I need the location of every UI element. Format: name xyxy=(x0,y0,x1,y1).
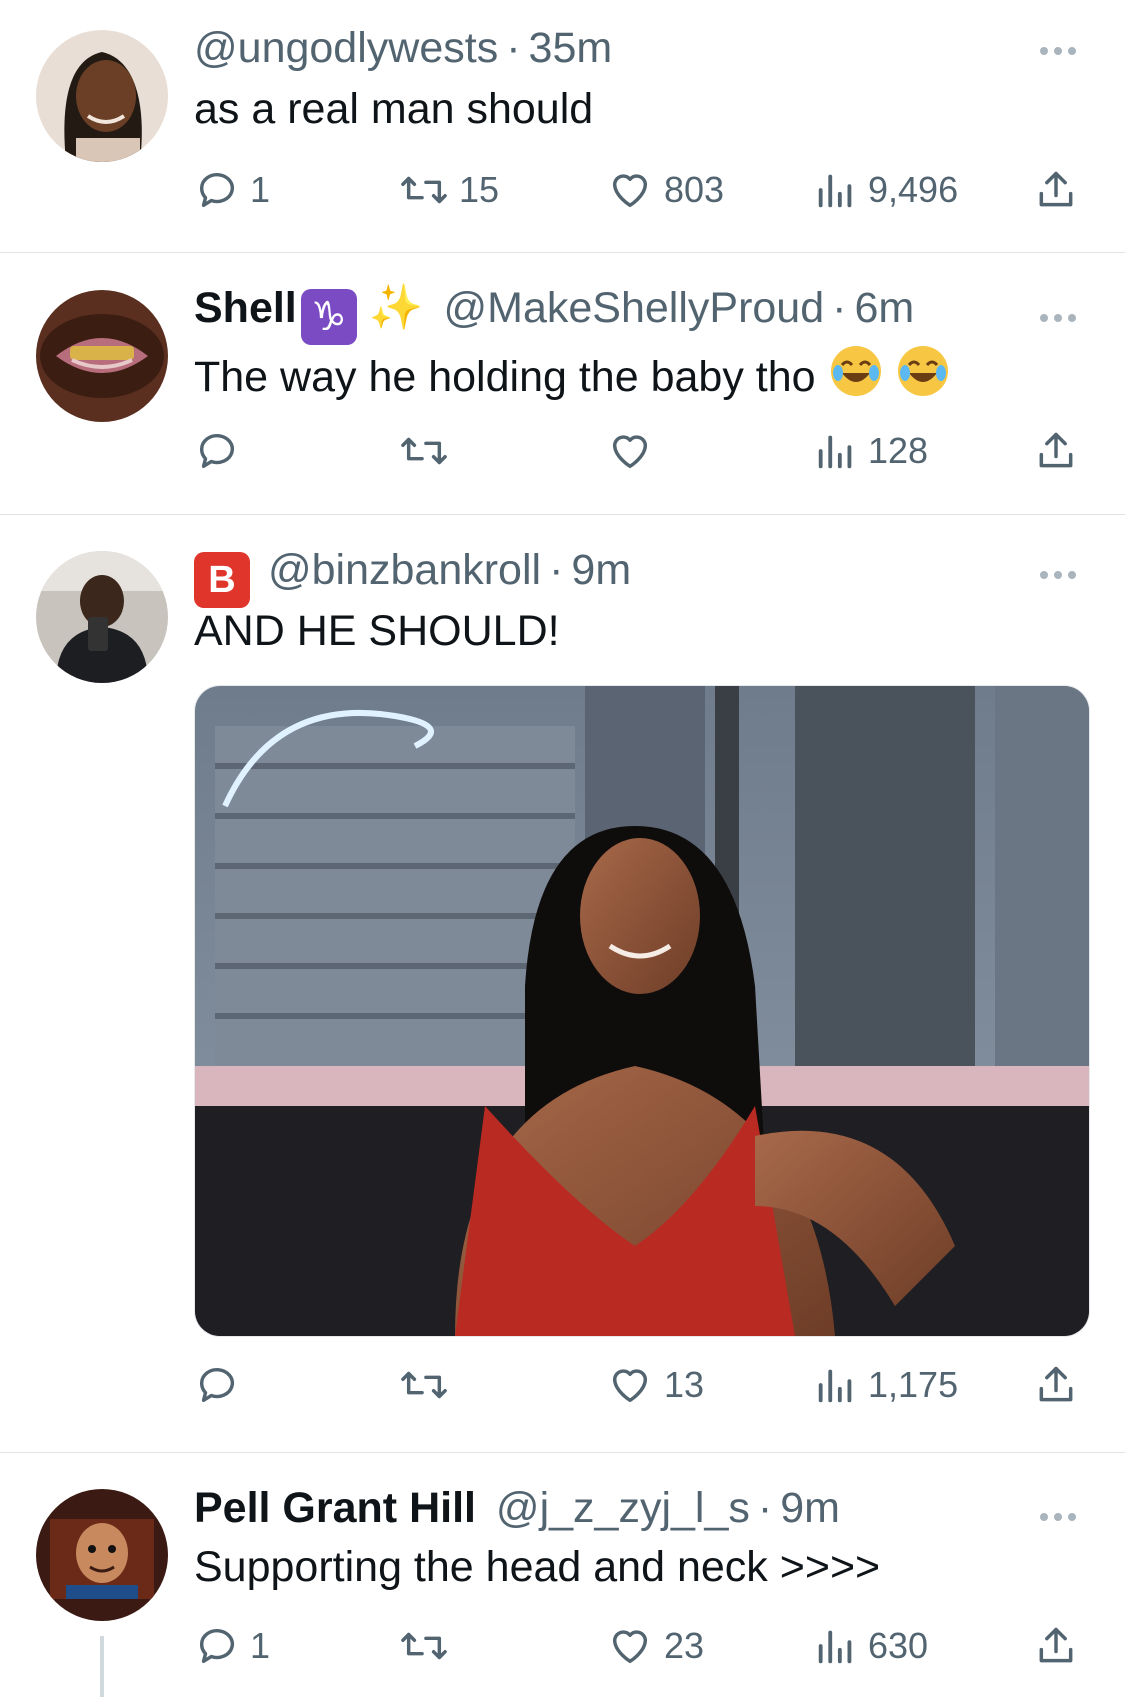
share-button[interactable] xyxy=(1034,1621,1078,1671)
views-icon xyxy=(814,1362,858,1408)
user-name[interactable]: Pell Grant Hill xyxy=(194,1484,476,1532)
user-handle[interactable]: @j_z_zyj_l_s xyxy=(496,1484,750,1532)
more-icon[interactable] xyxy=(1040,566,1082,579)
tweet-time[interactable]: 9m xyxy=(780,1484,840,1532)
avatar[interactable] xyxy=(36,551,168,683)
reply-count: 1 xyxy=(250,1625,271,1666)
like-button[interactable]: 23 xyxy=(606,1621,704,1671)
like-icon xyxy=(606,1623,654,1669)
retweet-icon xyxy=(399,1362,449,1408)
views-count: 1,175 xyxy=(868,1364,959,1405)
tweet-text: AND HE SHOULD! xyxy=(194,607,560,655)
reply-icon xyxy=(194,1362,240,1408)
tweet-4[interactable]: Pell Grant Hill @j_z_zyj_l_s · 9m Supporti… xyxy=(0,1453,1125,1697)
share-icon xyxy=(1034,1362,1078,1408)
views-count: 630 xyxy=(868,1625,929,1666)
like-button[interactable]: 13 xyxy=(606,1360,704,1410)
avatar[interactable] xyxy=(36,1489,168,1621)
b-button-emoji: B xyxy=(194,552,250,608)
retweet-button[interactable] xyxy=(399,1360,449,1410)
tweet-text: Supporting the head and neck >>>> xyxy=(194,1543,881,1591)
views-button[interactable]: 630 xyxy=(814,1621,928,1671)
like-count: 23 xyxy=(664,1625,705,1666)
reply-icon xyxy=(194,1623,240,1669)
tweet-header: Pell Grant Hill @j_z_zyj_l_s · 9m xyxy=(194,1483,840,1533)
like-count: 13 xyxy=(664,1364,705,1405)
thread-connector-line xyxy=(100,1636,104,1697)
views-button[interactable]: 1,175 xyxy=(814,1360,958,1410)
user-handle[interactable]: @binzbankroll xyxy=(268,546,541,594)
retweet-button[interactable] xyxy=(399,1621,449,1671)
tweet-time[interactable]: 9m xyxy=(571,546,631,594)
tweet-photo[interactable] xyxy=(194,685,1090,1337)
more-icon[interactable] xyxy=(1040,1508,1082,1521)
tweet-header: B @binzbankroll · 9m xyxy=(194,545,631,608)
like-icon xyxy=(606,1362,654,1408)
reply-button[interactable] xyxy=(194,1360,240,1410)
tweet-3[interactable]: B @binzbankroll · 9m AND HE SHOULD! 13 1… xyxy=(0,0,1125,1452)
action-bar: 1 23 630 xyxy=(194,1621,1094,1671)
share-icon xyxy=(1034,1623,1078,1669)
separator-dot: · xyxy=(757,1484,773,1532)
reply-button[interactable]: 1 xyxy=(194,1621,270,1671)
retweet-icon xyxy=(399,1623,449,1669)
views-icon xyxy=(814,1623,858,1669)
share-button[interactable] xyxy=(1034,1360,1078,1410)
separator-dot: · xyxy=(549,546,564,594)
action-bar: 13 1,175 xyxy=(194,1360,1094,1410)
